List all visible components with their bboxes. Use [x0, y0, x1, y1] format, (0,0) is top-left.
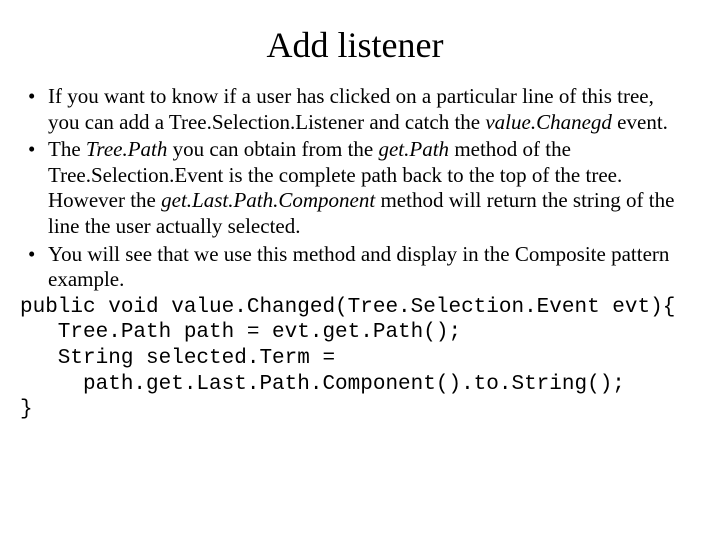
bullet-1-text-b: event. [612, 110, 668, 134]
bullet-2-text-a: The [48, 137, 86, 161]
slide: Add listener If you want to know if a us… [0, 0, 720, 540]
slide-title: Add listener [20, 24, 690, 66]
bullet-3-text: You will see that we use this method and… [48, 242, 669, 292]
code-line-2: Tree.Path path = evt.get.Path(); [20, 320, 690, 346]
bullet-2-italic-1: Tree.Path [86, 137, 167, 161]
bullet-2: The Tree.Path you can obtain from the ge… [20, 137, 690, 239]
bullet-3: You will see that we use this method and… [20, 242, 690, 293]
bullet-2-italic-2: get.Path [378, 137, 449, 161]
code-line-1: public void value.Changed(Tree.Selection… [20, 295, 690, 321]
bullet-1-italic: value.Chanegd [485, 110, 612, 134]
code-line-3: String selected.Term = [20, 346, 690, 372]
bullet-1: If you want to know if a user has clicke… [20, 84, 690, 135]
bullet-list: If you want to know if a user has clicke… [20, 84, 690, 293]
code-line-5: } [20, 397, 690, 423]
bullet-2-italic-3: get.Last.Path.Component [161, 188, 375, 212]
bullet-2-text-b: you can obtain from the [167, 137, 378, 161]
code-block: public void value.Changed(Tree.Selection… [20, 295, 690, 423]
code-line-4: path.get.Last.Path.Component().to.String… [20, 372, 690, 398]
